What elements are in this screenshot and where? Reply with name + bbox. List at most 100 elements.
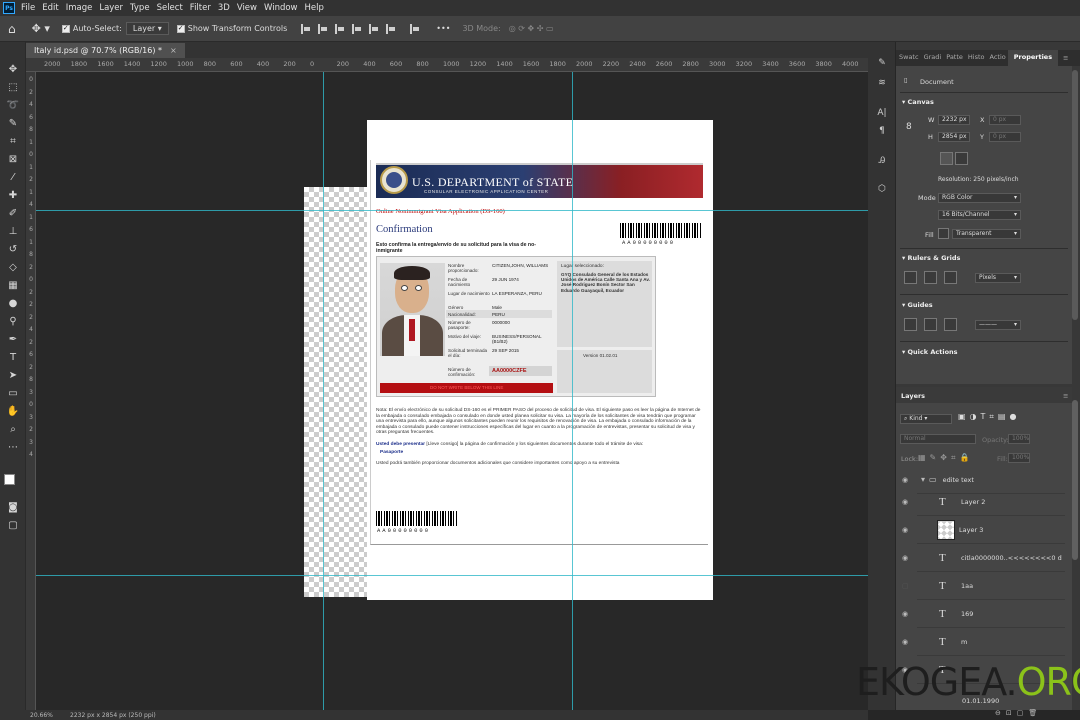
fill-opacity-input[interactable]: 100% <box>1008 453 1030 463</box>
layer-filter-dropdown[interactable]: ⌕ Kind ▾ <box>900 414 952 424</box>
layers-menu-icon[interactable]: ≡ <box>1063 392 1068 400</box>
quick-mask-icon[interactable]: ◙ <box>5 500 21 514</box>
bit-depth-dropdown[interactable]: 16 Bits/Channel ▾ <box>938 210 1021 220</box>
paragraph-icon[interactable]: ¶ <box>875 124 889 138</box>
layer-filter-icons[interactable]: ▣◑T⌗▤● <box>958 412 1020 422</box>
blend-mode-dropdown[interactable]: Normal <box>900 434 976 444</box>
menu-layer[interactable]: Layer <box>99 3 123 13</box>
layer-row[interactable]: Layer 3 <box>917 516 1065 544</box>
align-right-icon[interactable] <box>335 23 345 34</box>
height-input[interactable]: 2854 px <box>938 132 970 142</box>
lasso-tool-icon[interactable]: ➰ <box>5 98 21 112</box>
brush-settings-icon[interactable]: ✎ <box>875 56 889 70</box>
units-dropdown[interactable]: Pixels ▾ <box>975 273 1021 283</box>
tab-actions[interactable]: Actio <box>987 50 1008 66</box>
move-tool-icon[interactable]: ✥ ▾ <box>32 22 50 35</box>
align-center-icon[interactable] <box>318 23 328 34</box>
grid-toggle-icon[interactable] <box>924 271 937 284</box>
menu-3d[interactable]: 3D <box>218 3 230 13</box>
layer-row[interactable]: T Layer 2 <box>917 488 1065 516</box>
healing-brush-tool-icon[interactable]: ✚ <box>5 188 21 202</box>
menu-view[interactable]: View <box>237 3 257 13</box>
align-top-icon[interactable] <box>352 23 362 34</box>
layers-scrollbar[interactable] <box>1072 400 1078 560</box>
align-left-icon[interactable] <box>301 23 311 34</box>
photoshop-logo-icon[interactable]: Ps <box>3 2 15 14</box>
align-bottom-icon[interactable] <box>386 23 396 34</box>
blur-tool-icon[interactable]: ● <box>5 296 21 310</box>
path-selection-tool-icon[interactable]: ➤ <box>5 368 21 382</box>
menu-edit[interactable]: Edit <box>42 3 58 13</box>
chevron-down-icon[interactable]: ▾ <box>921 475 925 484</box>
panel-menu-icon[interactable]: ≡ <box>1063 54 1068 62</box>
guide-color-dropdown[interactable]: ——— ▾ <box>975 320 1021 330</box>
more-options-button[interactable]: ••• <box>436 24 450 33</box>
menu-type[interactable]: Type <box>130 3 150 13</box>
eraser-tool-icon[interactable]: ◇ <box>5 260 21 274</box>
guide-lock-icon[interactable] <box>904 318 917 331</box>
visibility-eye-icon[interactable]: ◉ <box>902 638 912 646</box>
portrait-orientation-icon[interactable] <box>940 152 953 165</box>
layer-row[interactable]: Tm <box>917 628 1065 656</box>
rulers-grids-header[interactable]: ▾ Rulers & Grids <box>902 254 960 262</box>
distribute-icon[interactable] <box>410 23 420 34</box>
width-input[interactable]: 2232 px <box>938 115 970 125</box>
brush-tool-icon[interactable]: ✐ <box>5 206 21 220</box>
pixel-grid-icon[interactable] <box>944 271 957 284</box>
link-icon[interactable]: 8 <box>906 122 912 132</box>
visibility-eye-icon[interactable]: ◉ <box>902 554 912 562</box>
3d-orbit-icon[interactable]: ◎ ⟳ ✥ ✣ ▭ <box>509 24 554 33</box>
quick-select-tool-icon[interactable]: ✎ <box>5 116 21 130</box>
3d-icon[interactable]: ⬡ <box>875 182 889 196</box>
show-transform-checkbox[interactable]: Show Transform Controls <box>176 24 287 33</box>
layer-row[interactable]: Tcitla0000000..<<<<<<<<0 d <box>917 544 1065 572</box>
menu-image[interactable]: Image <box>66 3 93 13</box>
guide-vertical[interactable] <box>323 72 324 710</box>
visibility-off-icon[interactable]: ▢ <box>902 582 912 590</box>
layer-row[interactable]: T 1aa <box>917 572 1065 600</box>
foreground-color-swatch[interactable] <box>4 474 15 485</box>
glyphs-icon[interactable]: Ꭿ <box>875 154 889 168</box>
tab-history[interactable]: Histo <box>965 50 987 66</box>
x-input[interactable]: 0 px <box>989 115 1021 125</box>
guide-vertical[interactable] <box>572 72 573 710</box>
opacity-input[interactable]: 100% <box>1008 434 1030 444</box>
layer-row[interactable]: T 169 <box>917 600 1065 628</box>
type-tool-icon[interactable]: T <box>5 350 21 364</box>
tab-patterns[interactable]: Patte <box>943 50 965 66</box>
menu-select[interactable]: Select <box>157 3 183 13</box>
menu-file[interactable]: File <box>21 3 35 13</box>
tab-gradients[interactable]: Gradi <box>921 50 944 66</box>
dodge-tool-icon[interactable]: ⚲ <box>5 314 21 328</box>
brushes-icon[interactable]: ≋ <box>875 76 889 90</box>
new-guide-icon[interactable] <box>924 318 937 331</box>
hand-tool-icon[interactable]: ✋ <box>5 404 21 418</box>
ruler-toggle-icon[interactable] <box>904 271 917 284</box>
pen-tool-icon[interactable]: ✒ <box>5 332 21 346</box>
clone-stamp-tool-icon[interactable]: ⊥ <box>5 224 21 238</box>
visibility-eye-icon[interactable]: ◉ <box>902 526 912 534</box>
guide-layout-icon[interactable] <box>944 318 957 331</box>
move-tool-icon[interactable]: ✥ <box>5 62 21 76</box>
align-middle-icon[interactable] <box>369 23 379 34</box>
fill-swatch[interactable] <box>938 228 949 239</box>
fill-dropdown[interactable]: Transparent ▾ <box>952 229 1021 239</box>
quick-actions-header[interactable]: ▾ Quick Actions <box>902 348 958 356</box>
marquee-tool-icon[interactable]: ⬚ <box>5 80 21 94</box>
frame-tool-icon[interactable]: ⊠ <box>5 152 21 166</box>
zoom-level[interactable]: 20.66% <box>30 712 53 719</box>
more-tools-icon[interactable]: ⋯ <box>5 440 21 454</box>
menu-window[interactable]: Window <box>264 3 298 13</box>
menu-help[interactable]: Help <box>305 3 324 13</box>
eyedropper-tool-icon[interactable]: ⁄ <box>5 170 21 184</box>
screen-mode-icon[interactable]: ▢ <box>5 518 21 532</box>
y-input[interactable]: 0 px <box>989 132 1021 142</box>
layers-title[interactable]: Layers <box>901 392 925 400</box>
guide-horizontal[interactable] <box>36 210 868 211</box>
guides-header[interactable]: ▾ Guides <box>902 301 933 309</box>
menu-filter[interactable]: Filter <box>190 3 211 13</box>
document-tab[interactable]: Italy id.psd @ 70.7% (RGB/16) * × <box>26 43 185 58</box>
close-icon[interactable]: × <box>170 46 177 55</box>
tab-properties[interactable]: Properties <box>1007 50 1059 66</box>
landscape-orientation-icon[interactable] <box>955 152 968 165</box>
